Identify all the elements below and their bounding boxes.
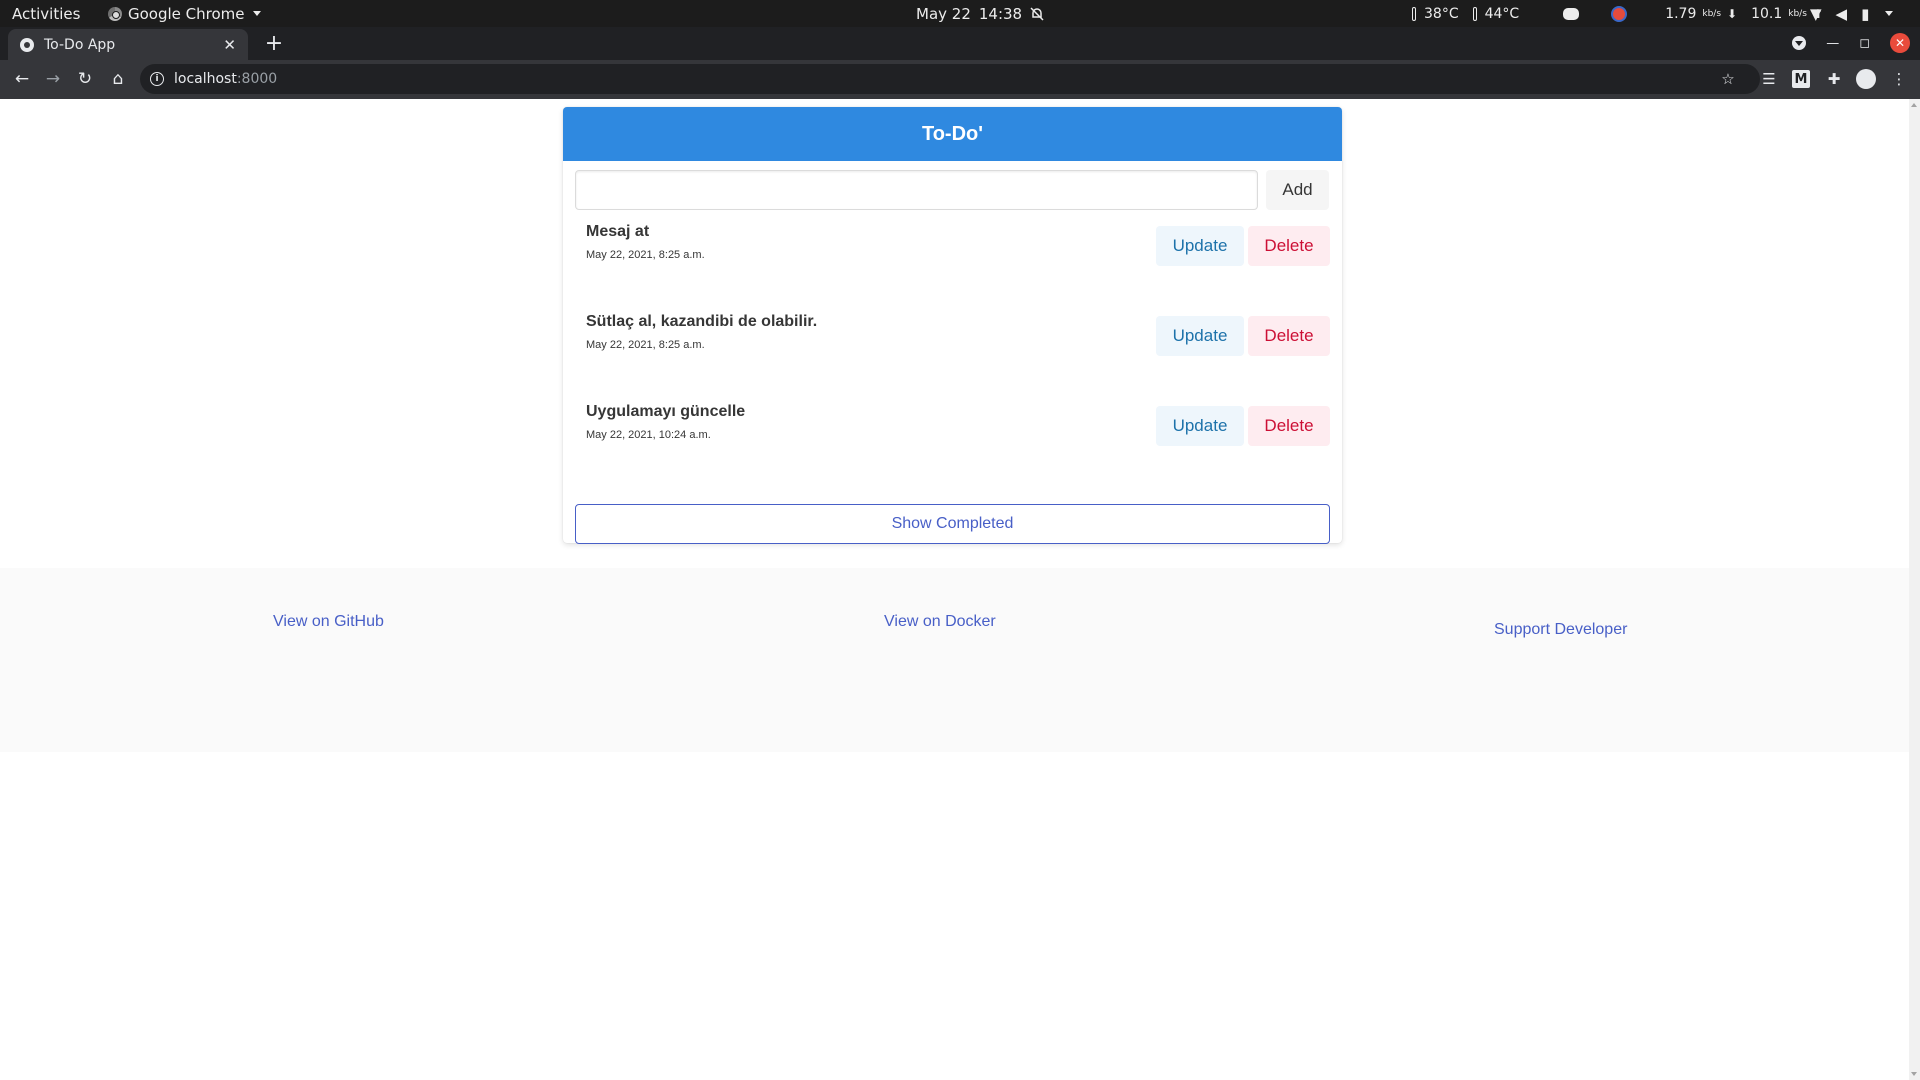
battery-icon: ▮ xyxy=(1861,4,1870,23)
tab-title: To-Do App xyxy=(44,36,116,53)
home-icon[interactable]: ⌂ xyxy=(104,65,132,93)
favicon-icon xyxy=(20,37,34,52)
minimize-icon[interactable]: — xyxy=(1826,36,1839,51)
update-button[interactable]: Update xyxy=(1156,406,1244,446)
reload-icon[interactable]: ↻ xyxy=(71,65,99,93)
net-up-unit: kb/s xyxy=(1788,8,1807,19)
tray-app-icon[interactable] xyxy=(1611,5,1628,22)
page-scrollbar[interactable] xyxy=(1909,99,1920,1080)
todo-date: May 22, 2021, 8:25 a.m. xyxy=(586,249,705,261)
bell-muted-icon xyxy=(1030,6,1044,21)
browser-toolbar: ← → ↻ ⌂ i localhost :8000 ☆ ☰ M ✚ ⋮ xyxy=(0,60,1920,99)
todo-card: To-Do' Add Mesaj at May 22, 2021, 8:25 a… xyxy=(563,107,1342,544)
docker-link[interactable]: View on Docker xyxy=(884,613,996,631)
chrome-icon xyxy=(108,6,122,21)
browser-tab-strip: To-Do App ✕ + — ◻ ✕ xyxy=(0,27,1920,60)
todo-title: Uygulamayı güncelle xyxy=(586,403,746,420)
todo-title: Mesaj at xyxy=(586,223,650,240)
wifi-icon: ▼ xyxy=(1810,4,1822,23)
delete-button[interactable]: Delete xyxy=(1248,406,1330,446)
caret-down-icon xyxy=(252,11,261,16)
todo-input[interactable] xyxy=(575,170,1258,210)
system-tray-right[interactable]: ▼ ◀ ▮ xyxy=(1810,0,1894,27)
net-up-value: 10.1 xyxy=(1751,5,1783,22)
system-top-bar: Activities Google Chrome May 22 14:38 38… xyxy=(0,0,1920,27)
system-status[interactable]: 38°C 44°C 1.79 kb/s ⬇ 10.1 kb/s ⬆ xyxy=(1412,0,1823,27)
todo-item: Sütlaç al, kazandibi de olabilir. May 22… xyxy=(586,307,1330,367)
discord-icon[interactable] xyxy=(1563,7,1580,20)
browser-tab[interactable]: To-Do App ✕ xyxy=(8,29,248,60)
scroll-up-icon[interactable] xyxy=(1911,103,1917,107)
net-down-unit: kb/s xyxy=(1702,8,1722,19)
todo-date: May 22, 2021, 8:25 a.m. xyxy=(586,339,705,351)
app-title: To-Do' xyxy=(921,122,984,145)
update-button[interactable]: Update xyxy=(1156,316,1244,356)
scroll-down-icon[interactable] xyxy=(1911,1072,1917,1076)
bookmark-star-icon[interactable]: ☆ xyxy=(1717,68,1739,90)
net-down-value: 1.79 xyxy=(1665,5,1697,22)
url-port: :8000 xyxy=(236,71,278,87)
url-host: localhost xyxy=(174,71,237,87)
close-window-icon[interactable]: ✕ xyxy=(1890,33,1910,53)
caret-down-icon xyxy=(1885,11,1894,16)
clock-time: 14:38 xyxy=(978,4,1023,23)
activities-label: Activities xyxy=(12,4,81,23)
site-info-icon[interactable]: i xyxy=(150,72,164,86)
back-icon[interactable]: ← xyxy=(8,65,36,93)
thermometer-icon xyxy=(1472,6,1477,21)
new-tab-button[interactable]: + xyxy=(260,29,288,57)
page-footer: View on GitHub View on Docker Support De… xyxy=(0,568,1909,752)
show-completed-button[interactable]: Show Completed xyxy=(575,504,1330,544)
app-menu[interactable]: Google Chrome xyxy=(108,0,261,27)
add-todo-form: Add xyxy=(575,170,1330,210)
window-controls: — ◻ ✕ xyxy=(1792,29,1910,57)
todo-header: To-Do' xyxy=(563,107,1342,161)
extensions-puzzle-icon[interactable]: ✚ xyxy=(1823,68,1845,90)
close-tab-icon[interactable]: ✕ xyxy=(223,36,236,54)
volume-icon: ◀ xyxy=(1835,4,1848,23)
arrow-down-icon: ⬇ xyxy=(1727,6,1738,21)
clock-date: May 22 xyxy=(916,4,971,23)
thermometer-icon xyxy=(1412,6,1416,21)
reader-extension-icon[interactable]: ☰ xyxy=(1758,68,1780,90)
delete-button[interactable]: Delete xyxy=(1248,316,1330,356)
app-menu-label: Google Chrome xyxy=(128,4,245,23)
address-bar[interactable]: i localhost :8000 xyxy=(140,64,1760,94)
temp-2: 44°C xyxy=(1484,5,1520,22)
profile-avatar[interactable] xyxy=(1856,69,1876,89)
add-button[interactable]: Add xyxy=(1266,170,1329,210)
update-button[interactable]: Update xyxy=(1156,226,1244,266)
support-link[interactable]: Support Developer xyxy=(1494,621,1627,639)
todo-date: May 22, 2021, 10:24 a.m. xyxy=(586,429,711,441)
github-link[interactable]: View on GitHub xyxy=(273,613,384,631)
todo-item: Uygulamayı güncelle May 22, 2021, 10:24 … xyxy=(586,397,1330,457)
temp-1: 38°C xyxy=(1424,5,1459,22)
forward-icon[interactable]: → xyxy=(39,65,67,93)
activities-button[interactable]: Activities xyxy=(12,0,80,27)
clock[interactable]: May 22 14:38 xyxy=(916,0,1044,27)
maximize-icon[interactable]: ◻ xyxy=(1859,36,1870,51)
tab-search-icon[interactable] xyxy=(1792,36,1807,50)
todo-title: Sütlaç al, kazandibi de olabilir. xyxy=(586,313,818,330)
m-extension-icon[interactable]: M xyxy=(1792,70,1810,88)
delete-button[interactable]: Delete xyxy=(1248,226,1330,266)
todo-item: Mesaj at May 22, 2021, 8:25 a.m. Update … xyxy=(586,217,1330,277)
page-viewport: To-Do' Add Mesaj at May 22, 2021, 8:25 a… xyxy=(0,99,1920,1080)
chrome-menu-icon[interactable]: ⋮ xyxy=(1888,68,1910,90)
